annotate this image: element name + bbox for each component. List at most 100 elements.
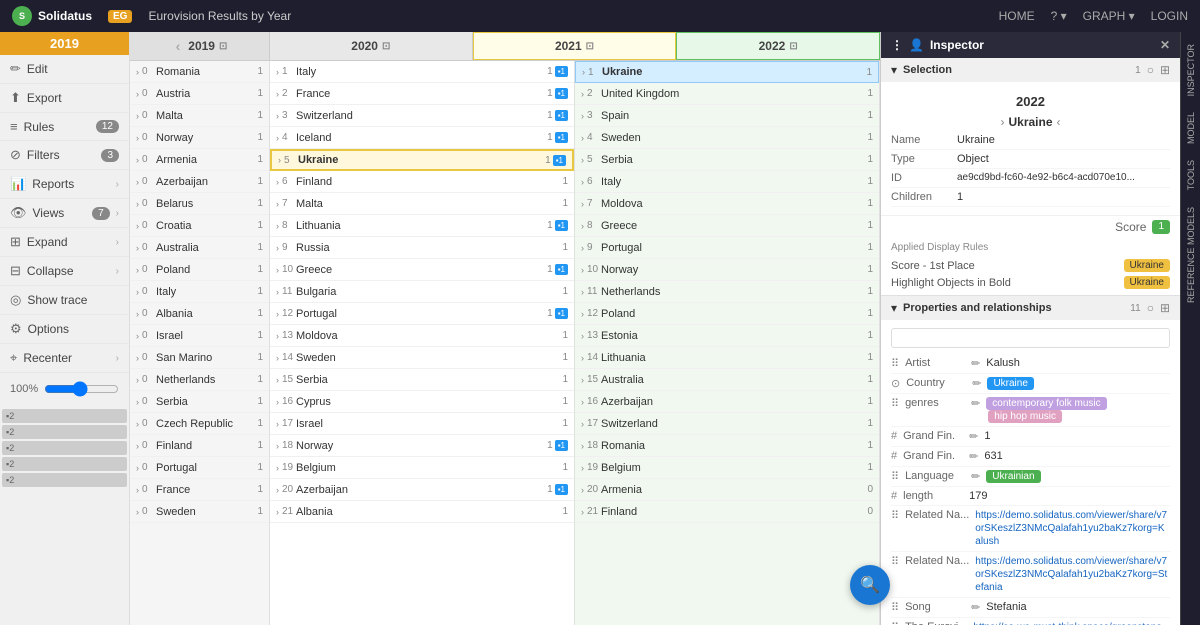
list-item[interactable]: ›0Norway1 <box>130 127 269 149</box>
list-item[interactable]: ›0Sweden1 <box>130 501 269 523</box>
list-item[interactable]: ›12Poland1 <box>575 303 879 325</box>
list-item[interactable]: ›13Moldova1 <box>270 325 574 347</box>
list-item[interactable]: ›0Australia1 <box>130 237 269 259</box>
list-item[interactable]: ›0Croatia1 <box>130 215 269 237</box>
properties-search-input[interactable] <box>891 328 1170 348</box>
list-item[interactable]: ›0Czech Republic1 <box>130 413 269 435</box>
list-item[interactable]: ›15Australia1 <box>575 369 879 391</box>
list-item[interactable]: ›6Italy1 <box>575 171 879 193</box>
list-item[interactable]: ›7Moldova1 <box>575 193 879 215</box>
sidebar-item-filters[interactable]: ⊘ Filters 3 <box>0 141 129 170</box>
list-item[interactable]: ›4Sweden1 <box>575 127 879 149</box>
right-icon-model[interactable]: MODEL <box>1186 108 1196 148</box>
columns-scroll[interactable]: ›0Romania1 ›0Austria1 ›0Malta1 ›0Norway1… <box>130 61 880 625</box>
prev-chevron[interactable]: ‹ <box>172 38 185 54</box>
edit-gf1-icon[interactable]: ✏ <box>969 430 978 443</box>
list-item[interactable]: ›0Belarus1 <box>130 193 269 215</box>
list-item[interactable]: ›10Norway1 <box>575 259 879 281</box>
search-fab-button[interactable]: 🔍 <box>850 565 890 605</box>
properties-section-header[interactable]: ▾ Properties and relationships 11 ○ ⊞ <box>881 296 1180 320</box>
list-item[interactable]: ›7Malta1 <box>270 193 574 215</box>
list-item[interactable]: ›13Estonia1 <box>575 325 879 347</box>
right-icon-inspector[interactable]: INSPECTOR <box>1186 40 1196 100</box>
list-item[interactable]: ›19Belgium1 <box>270 457 574 479</box>
list-item[interactable]: ›1Italy1▪1 <box>270 61 574 83</box>
list-item[interactable]: ›0Israel1 <box>130 325 269 347</box>
list-item[interactable]: ›4Iceland1▪1 <box>270 127 574 149</box>
sidebar-item-recenter[interactable]: ⌖ Recenter › <box>0 344 129 373</box>
list-item[interactable]: ›5Serbia1 <box>575 149 879 171</box>
list-item[interactable]: ›3Spain1 <box>575 105 879 127</box>
right-icon-tools[interactable]: TOOLS <box>1186 156 1196 194</box>
list-item[interactable]: ›0Serbia1 <box>130 391 269 413</box>
selection-prev-chevron[interactable]: › <box>1000 115 1004 129</box>
list-item[interactable]: ›17Switzerland1 <box>575 413 879 435</box>
edit-country-icon[interactable]: ✏ <box>972 377 981 390</box>
edit-lang-icon[interactable]: ✏ <box>971 470 980 483</box>
list-item[interactable]: ›11Bulgaria1 <box>270 281 574 303</box>
nav-graph[interactable]: GRAPH ▾ <box>1083 9 1135 23</box>
close-inspector-button[interactable]: ✕ <box>1160 38 1170 52</box>
list-item[interactable]: ›16Cyprus1 <box>270 391 574 413</box>
list-item[interactable]: ›0France1 <box>130 479 269 501</box>
list-item[interactable]: ›0Finland1 <box>130 435 269 457</box>
list-item-ukraine-2021[interactable]: › 5 Ukraine 1 ▪1 <box>270 149 574 171</box>
list-item[interactable]: ›0Italy1 <box>130 281 269 303</box>
list-item[interactable]: ›2France1▪1 <box>270 83 574 105</box>
list-item[interactable]: ›9Russia1 <box>270 237 574 259</box>
sidebar-item-expand[interactable]: ⊞ Expand › <box>0 228 129 257</box>
list-item-uk[interactable]: ›2United Kingdom1 <box>575 83 879 105</box>
list-item[interactable]: ›0Malta1 <box>130 105 269 127</box>
sidebar-item-collapse[interactable]: ⊟ Collapse › <box>0 257 129 286</box>
list-item[interactable]: ›14Sweden1 <box>270 347 574 369</box>
prop-related2-value[interactable]: https://demo.solidatus.com/viewer/share/… <box>975 555 1170 594</box>
list-item[interactable]: ›6Finland1 <box>270 171 574 193</box>
list-item[interactable]: ›0Romania1 <box>130 61 269 83</box>
list-item[interactable]: ›0Armenia1 <box>130 149 269 171</box>
list-item[interactable]: ›16Azerbaijan1 <box>575 391 879 413</box>
edit-artist-icon[interactable]: ✏ <box>971 357 980 370</box>
list-item[interactable]: ›21Albania1 <box>270 501 574 523</box>
three-dots-icon[interactable]: ⋮ <box>891 38 903 52</box>
list-item[interactable]: ›20Armenia0 <box>575 479 879 501</box>
edit-gf2-icon[interactable]: ✏ <box>969 450 978 463</box>
list-item[interactable]: ›0Azerbaijan1 <box>130 171 269 193</box>
zoom-slider[interactable] <box>44 381 119 397</box>
list-item[interactable]: ›20Azerbaijan1▪1 <box>270 479 574 501</box>
list-item[interactable]: ›15Serbia1 <box>270 369 574 391</box>
list-item[interactable]: ›12Portugal1▪1 <box>270 303 574 325</box>
list-item[interactable]: ›8Lithuania1▪1 <box>270 215 574 237</box>
list-item[interactable]: ›0Austria1 <box>130 83 269 105</box>
sidebar-item-export[interactable]: ⬆ Export <box>0 84 129 113</box>
list-item-greece[interactable]: ›8Greece1 <box>575 215 879 237</box>
edit-song-icon[interactable]: ✏ <box>971 601 980 614</box>
list-item[interactable]: ›0Albania1 <box>130 303 269 325</box>
sidebar-item-rules[interactable]: ≡ Rules 12 <box>0 113 129 141</box>
nav-help[interactable]: ? ▾ <box>1051 9 1067 23</box>
list-item[interactable]: ›0Netherlands1 <box>130 369 269 391</box>
selection-next-chevron[interactable]: ‹ <box>1057 115 1061 129</box>
sidebar-item-reports[interactable]: 📊 Reports › <box>0 170 129 199</box>
list-item[interactable]: ›18Romania1 <box>575 435 879 457</box>
list-item[interactable]: ›10Greece1▪1 <box>270 259 574 281</box>
sidebar-item-views[interactable]: 👁 Views 7 › <box>0 199 129 228</box>
prop-eurovision-value[interactable]: https://so-we-must-think.space/greenston… <box>973 621 1170 625</box>
list-item[interactable]: ›14Lithuania1 <box>575 347 879 369</box>
prop-related1-value[interactable]: https://demo.solidatus.com/viewer/share/… <box>975 509 1170 548</box>
nav-login[interactable]: LOGIN <box>1151 9 1188 23</box>
sidebar-item-edit[interactable]: ✏ Edit <box>0 55 129 84</box>
list-item[interactable]: ›11Netherlands1 <box>575 281 879 303</box>
list-item-ukraine-selected[interactable]: › 1 Ukraine 1 <box>575 61 879 83</box>
list-item-norway[interactable]: ›18Norway1▪1 <box>270 435 574 457</box>
sidebar-item-showtrace[interactable]: ◎ Show trace <box>0 286 129 315</box>
nav-home[interactable]: HOME <box>999 9 1035 23</box>
list-item[interactable]: ›19Belgium1 <box>575 457 879 479</box>
list-item[interactable]: ›0San Marino1 <box>130 347 269 369</box>
list-item[interactable]: ›21Finland0 <box>575 501 879 523</box>
selection-section-header[interactable]: ▾ Selection 1 ○ ⊞ <box>881 58 1180 82</box>
list-item[interactable]: ›17Israel1 <box>270 413 574 435</box>
list-item[interactable]: ›9Portugal1 <box>575 237 879 259</box>
right-icon-reference[interactable]: REFERENCE MODELS <box>1186 203 1196 307</box>
sidebar-item-options[interactable]: ⚙ Options <box>0 315 129 344</box>
edit-genres-icon[interactable]: ✏ <box>971 397 980 410</box>
